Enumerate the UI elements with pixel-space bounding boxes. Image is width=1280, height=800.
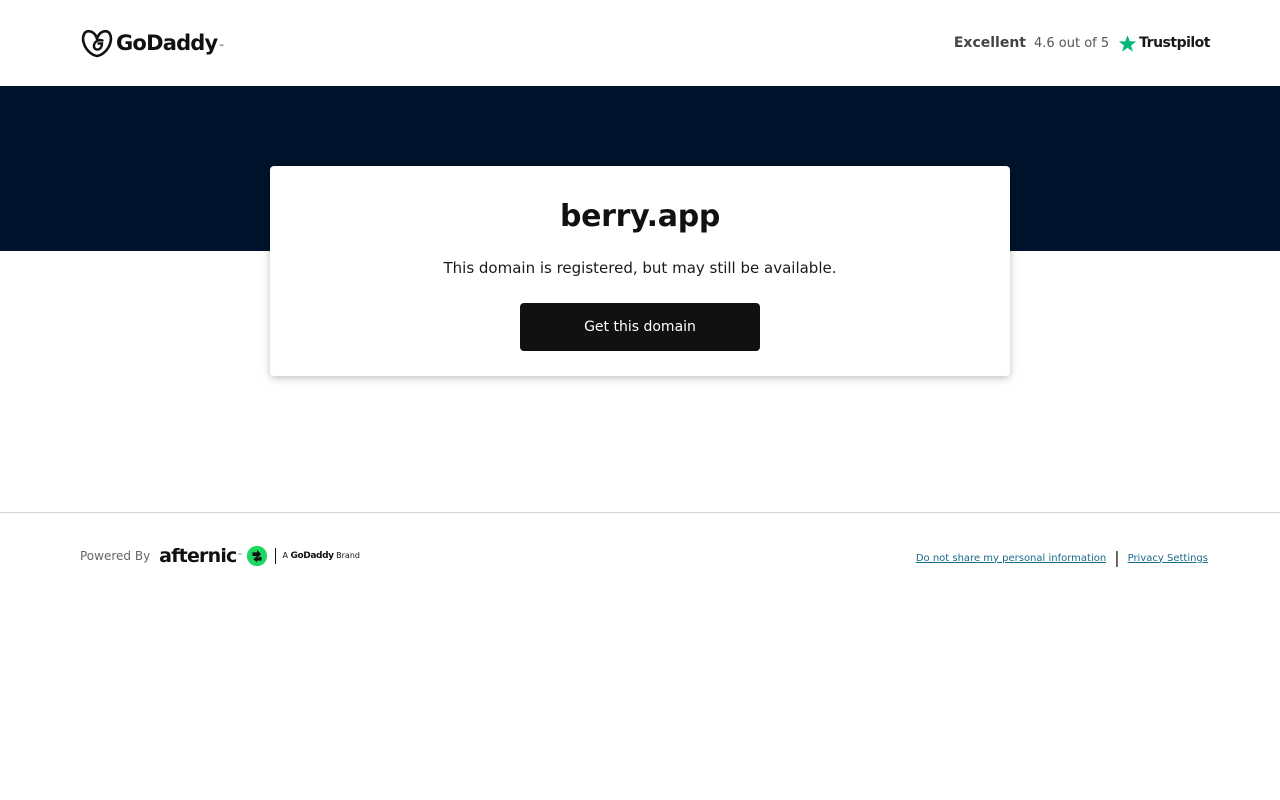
brand-tag-suffix: Brand (336, 551, 360, 560)
domain-card: berry.app This domain is registered, but… (270, 166, 1010, 376)
rating-word: Excellent (953, 35, 1026, 51)
availability-message: This domain is registered, but may still… (443, 259, 837, 277)
afternic-trademark: ™ (237, 553, 243, 559)
trustpilot-name: Trustpilot (1139, 35, 1210, 51)
brand-tag-name: GoDaddy (290, 551, 334, 561)
brand-trademark: ™ (218, 43, 225, 51)
rating-score: 4.6 out of 5 (1033, 35, 1110, 51)
get-domain-button[interactable]: Get this domain (520, 303, 760, 351)
footer-divider (0, 512, 1280, 513)
brand-name: GoDaddy (116, 31, 218, 55)
afternic-logo[interactable]: afternic ™ A GoDaddy Brand (159, 545, 360, 567)
link-separator: | (1114, 548, 1120, 567)
do-not-share-link[interactable]: Do not share my personal information (916, 553, 1106, 564)
privacy-settings-link[interactable]: Privacy Settings (1128, 553, 1208, 564)
powered-by-label: Powered By (80, 549, 151, 563)
site-header: GoDaddy ™ Excellent 4.6 out of 5 Trustpi… (0, 0, 1280, 86)
godaddy-logo[interactable]: GoDaddy ™ (81, 28, 224, 58)
trustpilot-rating[interactable]: Excellent 4.6 out of 5 Trustpilot (954, 30, 1210, 56)
afternic-icon (246, 545, 267, 567)
godaddy-logo-icon (81, 29, 113, 58)
powered-by: Powered By afternic ™ A GoDaddy Brand (80, 544, 360, 568)
domain-name: berry.app (559, 199, 721, 234)
footer-links: Do not share my personal information | P… (916, 548, 1208, 568)
brand-divider (274, 548, 276, 564)
brand-tag-prefix: A (282, 551, 288, 560)
afternic-wordmark: afternic (159, 545, 237, 567)
trustpilot-star-icon (1118, 34, 1137, 52)
godaddy-brand-tag: A GoDaddy Brand (283, 551, 360, 561)
